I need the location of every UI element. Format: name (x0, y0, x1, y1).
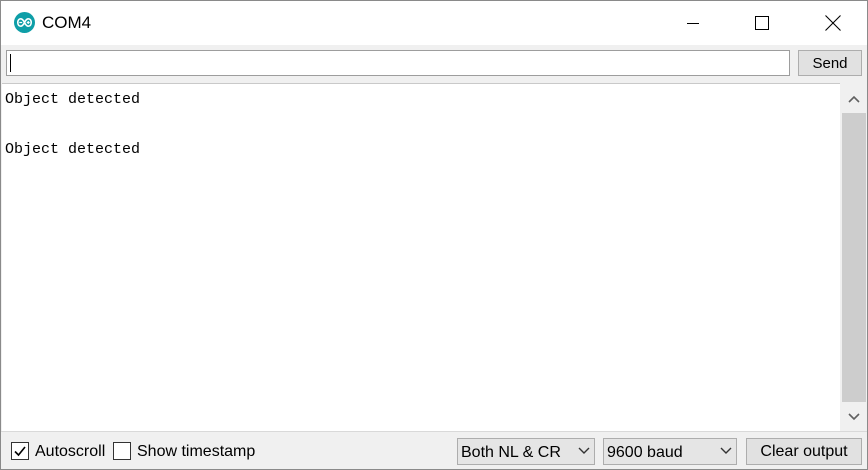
send-button[interactable]: Send (798, 50, 862, 76)
minimize-button[interactable] (670, 1, 716, 45)
chevron-up-icon (848, 95, 860, 103)
clear-output-button[interactable]: Clear output (746, 438, 862, 465)
autoscroll-label[interactable]: Autoscroll (35, 442, 105, 461)
chevron-down-icon (578, 447, 590, 454)
title-bar: COM4 (1, 1, 867, 45)
show-timestamp-label[interactable]: Show timestamp (137, 442, 255, 461)
arduino-infinity-icon (14, 12, 35, 33)
vertical-scrollbar[interactable] (841, 84, 867, 430)
maximize-icon (755, 16, 769, 30)
serial-output[interactable]: Object detected Object detected (2, 83, 840, 431)
baud-rate-select[interactable]: 9600 baud (603, 438, 737, 465)
output-line: Object detected (5, 141, 141, 158)
output-line: Object detected (5, 91, 141, 108)
checkmark-icon (14, 446, 26, 457)
scroll-up-button[interactable] (841, 86, 867, 112)
send-input[interactable] (6, 50, 790, 76)
chevron-down-icon (848, 413, 860, 421)
line-ending-select[interactable]: Both NL & CR (457, 438, 595, 465)
text-caret (10, 54, 11, 72)
show-timestamp-checkbox[interactable] (113, 442, 131, 460)
window-title: COM4 (42, 13, 92, 32)
bottom-bar: Autoscroll Show timestamp Both NL & CR 9… (1, 431, 867, 469)
maximize-button[interactable] (739, 1, 785, 45)
close-icon (825, 15, 841, 31)
minimize-icon (687, 23, 699, 24)
scroll-thumb[interactable] (842, 113, 866, 402)
chevron-down-icon (720, 447, 732, 454)
send-row: Send (1, 45, 867, 83)
serial-monitor-window: COM4 Send Object detected Object detecte… (0, 0, 868, 470)
close-button[interactable] (810, 1, 856, 45)
scroll-down-button[interactable] (841, 404, 867, 430)
autoscroll-checkbox[interactable] (11, 442, 29, 460)
baud-rate-value: 9600 baud (607, 444, 683, 461)
line-ending-value: Both NL & CR (461, 444, 561, 461)
